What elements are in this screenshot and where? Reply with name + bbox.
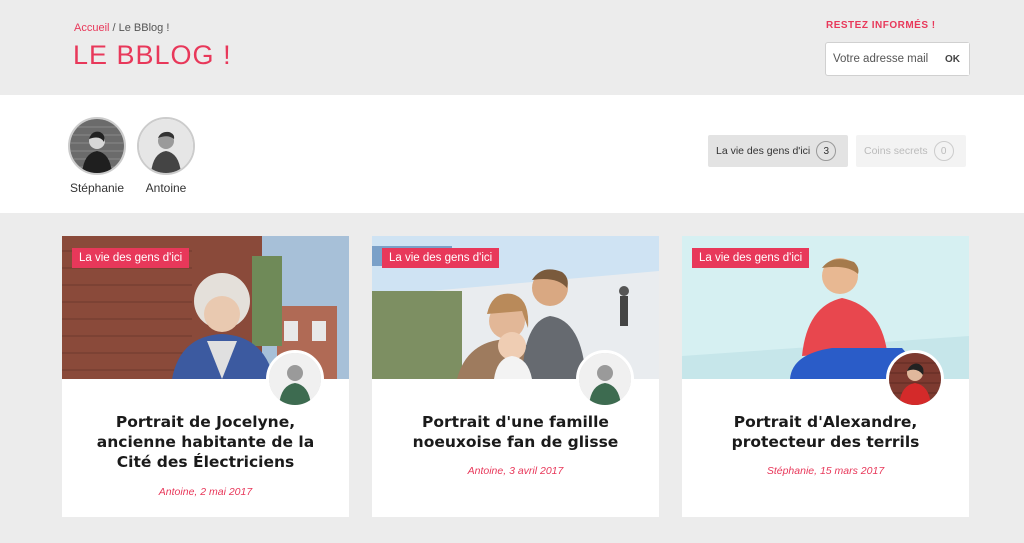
author-antoine-avatar xyxy=(576,350,634,408)
article-card[interactable]: La vie des gens d'ici Portrait d'une fam… xyxy=(372,236,659,517)
author-antoine-avatar xyxy=(266,350,324,408)
article-title[interactable]: Portrait d'une famille noeuxoise fan de … xyxy=(392,412,639,452)
breadcrumb-home-link[interactable]: Accueil xyxy=(74,22,109,34)
page-title: LE BBLOG ! xyxy=(73,40,232,70)
author-name: Antoine xyxy=(145,181,187,195)
article-title[interactable]: Portrait d'Alexandre, protecteur des ter… xyxy=(702,412,949,452)
author-name: Stéphanie xyxy=(69,181,125,195)
category-filter-vie-des-gens[interactable]: La vie des gens d'ici 3 xyxy=(708,135,848,167)
category-tag[interactable]: La vie des gens d'ici xyxy=(692,248,810,268)
author-filter-stephanie[interactable]: Stéphanie xyxy=(62,117,132,195)
newsletter-email-input[interactable] xyxy=(826,43,936,75)
newsletter-submit-button[interactable]: OK xyxy=(936,43,969,75)
article-card[interactable]: La vie des gens d'ici Portrait d'Alexand… xyxy=(682,236,969,517)
filter-count-badge: 3 xyxy=(816,141,837,161)
author-stephanie-avatar xyxy=(68,117,126,175)
author-filter-antoine[interactable]: Antoine xyxy=(131,117,201,195)
filter-label: La vie des gens d'ici xyxy=(716,145,811,157)
article-meta: Antoine, 2 mai 2017 xyxy=(158,486,253,498)
breadcrumb-separator: / xyxy=(109,22,119,34)
filter-count-badge: 0 xyxy=(933,141,954,161)
article-title[interactable]: Portrait de Jocelyne, ancienne habitante… xyxy=(82,412,329,472)
newsletter-title: RESTEZ INFORMÉS ! xyxy=(826,20,936,31)
article-meta: Antoine, 3 avril 2017 xyxy=(467,465,564,477)
category-filter-coins-secrets[interactable]: Coins secrets 0 xyxy=(856,135,966,167)
breadcrumb-current: Le BBlog ! xyxy=(118,22,170,34)
category-tag[interactable]: La vie des gens d'ici xyxy=(382,248,500,268)
newsletter-form: OK xyxy=(825,42,970,76)
article-meta: Stéphanie, 15 mars 2017 xyxy=(766,465,885,477)
breadcrumb: Accueil / Le BBlog ! xyxy=(74,22,169,34)
article-card[interactable]: La vie des gens d'ici Portrait de Jocely… xyxy=(62,236,349,517)
author-stephanie-avatar xyxy=(886,350,944,408)
filter-label: Coins secrets xyxy=(864,145,928,157)
category-tag[interactable]: La vie des gens d'ici xyxy=(72,248,190,268)
site-header: Accueil / Le BBlog ! LE BBLOG ! RESTEZ I… xyxy=(0,0,1024,95)
author-antoine-avatar xyxy=(137,117,195,175)
authors-filter-bar: Stéphanie Antoine La vie des gens d'ici … xyxy=(0,95,1024,213)
